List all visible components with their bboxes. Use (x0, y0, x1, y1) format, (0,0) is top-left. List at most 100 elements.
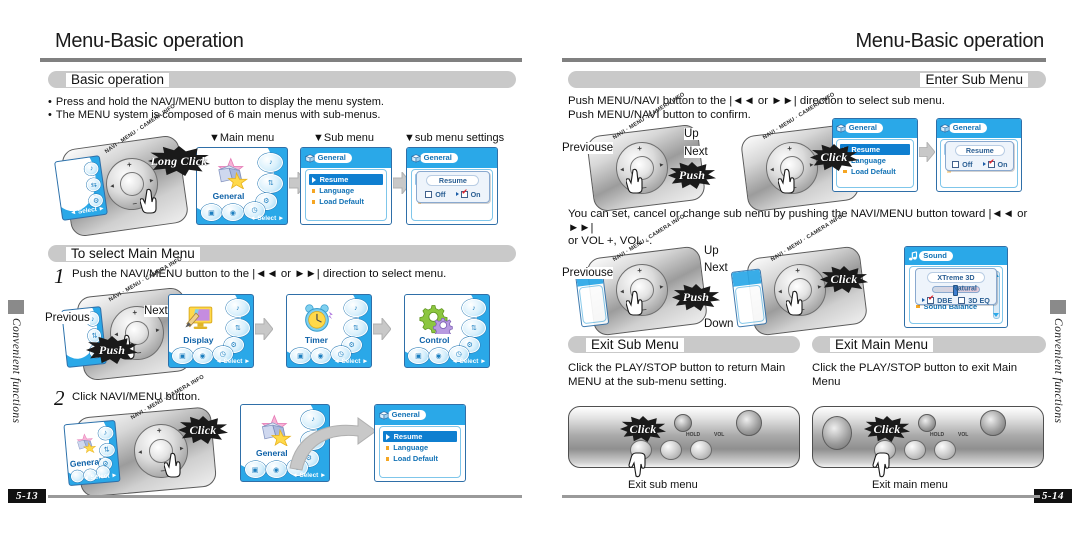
music-note-icon[interactable]: ♪ (226, 299, 250, 318)
box-icon[interactable]: ▣ (172, 348, 193, 365)
hand-pointer-icon (778, 168, 795, 194)
label-down: Down (704, 318, 734, 330)
main-menu-label: Timer (304, 335, 328, 346)
device-label-hold: HOLD (930, 432, 945, 438)
list-item-label: Load Default (850, 167, 896, 177)
checkbox-off-icon[interactable] (952, 160, 960, 168)
record-icon[interactable]: ◉ (428, 348, 449, 365)
side-button-2[interactable] (904, 440, 926, 460)
list-item[interactable]: Language (309, 185, 384, 196)
callout-click: Click (178, 416, 228, 444)
lcd-titlebar: General (833, 119, 917, 138)
scroll-down-icon[interactable] (993, 313, 1000, 318)
box-icon[interactable]: ▣ (200, 204, 223, 221)
label-previouse-1: Previouse (562, 142, 614, 154)
jack-hole-icon (918, 414, 936, 432)
list-item[interactable]: Load Default (309, 196, 384, 207)
xtreme3d-slider[interactable]: Natural (932, 284, 980, 296)
lcd-title: General (844, 123, 884, 134)
checkbox-on-icon[interactable] (460, 189, 468, 198)
side-button-2[interactable] (660, 440, 682, 460)
checkbox-off-icon[interactable] (425, 190, 433, 198)
hand-pointer-icon (872, 452, 890, 478)
box-icon (378, 411, 389, 420)
lcd-titlebar: General (937, 119, 1021, 138)
lcd-title: General (948, 123, 988, 134)
section-header-exit-sub-menu: Exit Sub Menu (568, 336, 800, 353)
bullet-dot-icon (916, 304, 920, 309)
record-icon[interactable]: ◉ (265, 461, 287, 478)
repeat-icon[interactable]: ⇅ (344, 319, 368, 338)
option-3deq-label: 3D EQ (968, 295, 990, 305)
box-icon[interactable]: ▣ (290, 348, 311, 365)
option-on[interactable]: On (982, 159, 1008, 169)
side-button-3[interactable] (934, 440, 956, 460)
list-item[interactable]: Load Default (840, 166, 909, 177)
lcd-titlebar: General (301, 148, 391, 168)
repeat-icon[interactable]: ⇅ (226, 319, 250, 338)
page-title-left: Menu-Basic operation (55, 30, 244, 52)
step-text-2: Click NAVI/MENU button. (72, 391, 201, 403)
bullet-2: The MENU system is composed of 6 main me… (48, 109, 381, 122)
wheel-plus-mark: + (126, 159, 133, 169)
select-hint: ◄ Select ► (82, 472, 118, 483)
label-next-1: Next (684, 146, 708, 158)
repeat-icon[interactable]: ⇅ (462, 319, 486, 338)
option-on[interactable]: On (455, 189, 481, 199)
callout-click-label: Click (873, 421, 901, 436)
device-sideview-exit-sub: HOLD VOL Click (568, 396, 804, 478)
popup-options: Off On (417, 189, 489, 199)
option-off-label: Off (435, 189, 446, 199)
checkbox-on-icon[interactable] (987, 159, 995, 168)
box-icon[interactable]: ▣ (244, 461, 266, 478)
wheel-rew-mark: ◄ (136, 449, 144, 457)
option-off[interactable]: Off (952, 160, 973, 169)
record-icon[interactable]: ◉ (310, 348, 331, 365)
checkbox-3deq-icon[interactable] (958, 296, 966, 304)
callout-click-exit-main: Click (864, 416, 910, 442)
device-illustration-push-right: + – ◄ ► NAVI · MENU · CAMERA INFO Push (582, 92, 716, 213)
record-icon[interactable]: ◉ (222, 204, 244, 221)
option-3deq[interactable]: 3D EQ (958, 296, 990, 305)
wheel-ff-mark: ► (658, 284, 666, 291)
selection-arrow-icon (385, 433, 390, 440)
callout-long-click-label: Long Click (150, 153, 208, 168)
side-button-3[interactable] (690, 440, 712, 460)
slider-label: Natural (952, 285, 977, 293)
music-note-icon[interactable]: ♪ (462, 299, 486, 318)
popup-title: XTreme 3D (926, 271, 986, 283)
lcd-title: Sound (919, 250, 953, 261)
record-icon[interactable]: ◉ (192, 348, 213, 365)
hand-pointer-icon (164, 452, 181, 478)
list-item-label: Language (393, 443, 429, 453)
section-header-to-select-main-menu: To select Main Menu (48, 245, 516, 262)
checkbox-dbe-icon[interactable] (927, 295, 935, 304)
wheel-plus-mark: + (786, 143, 793, 153)
music-note-icon[interactable]: ♪ (258, 152, 284, 172)
label-previous: Previous (45, 312, 90, 324)
section-label-exit-sub-menu: Exit Sub Menu (586, 337, 684, 352)
list-item[interactable]: Resume (308, 174, 384, 186)
bullet-dot-icon (843, 169, 847, 174)
device-label-vol: VOL (958, 432, 969, 438)
list-item[interactable]: Language (383, 442, 458, 453)
box-icon (940, 124, 951, 134)
option-dbe[interactable]: DBE (922, 295, 952, 305)
caption-sub-menu-settings: ▼sub menu settings (404, 132, 505, 144)
list-item[interactable]: Resume (382, 431, 458, 443)
popup-options: Off On (946, 159, 1013, 169)
wheel-rew-mark: ◄ (768, 167, 776, 174)
label-exit-main-menu: Exit main menu (872, 479, 948, 491)
list-item[interactable]: Load Default (383, 453, 458, 464)
wheel-minus-mark: – (131, 198, 138, 208)
footer-rule-left (48, 495, 522, 498)
exit-main-text: Click the PLAY/STOP button to exit Main … (812, 362, 1018, 388)
box-icon (304, 154, 315, 163)
device-illustration-click: General ♪ ⇅ ⚙ ◄ Select ► + – ◄ ► NAVI · … (63, 374, 228, 500)
box-icon[interactable]: ▣ (408, 348, 429, 365)
option-off[interactable]: Off (425, 189, 446, 199)
wheel-plus-mark: + (794, 265, 801, 275)
music-note-icon[interactable]: ♪ (344, 299, 368, 318)
repeat-icon[interactable]: ⇅ (258, 173, 284, 193)
wheel-ff-mark: ► (154, 327, 162, 335)
